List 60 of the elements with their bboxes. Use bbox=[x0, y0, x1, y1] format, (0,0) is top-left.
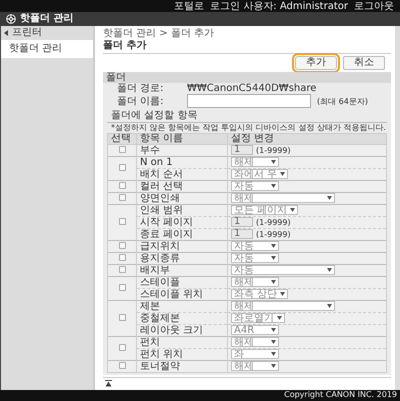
table-cell: 레이아웃 크기 bbox=[136, 324, 228, 336]
dropdown[interactable]: 해제 bbox=[231, 301, 335, 312]
table-cell: 용지종류 bbox=[136, 252, 228, 264]
column-header: 설정 변경 bbox=[228, 134, 386, 144]
dropdown[interactable]: 좌에서 우 bbox=[231, 169, 288, 180]
logout-link[interactable]: 로그아웃 bbox=[354, 0, 394, 12]
portal-link[interactable]: 포털로 bbox=[174, 0, 204, 12]
table-cell: 토너절약 bbox=[136, 360, 228, 372]
number-field[interactable]: 1 bbox=[231, 217, 253, 228]
app-title: 핫폴더 관리 bbox=[20, 13, 74, 25]
range-hint: (1-9999) bbox=[256, 230, 291, 239]
section-header: 폴더 bbox=[103, 72, 391, 83]
action-button[interactable]: 추가 bbox=[295, 56, 337, 70]
dropdown[interactable]: 해제 bbox=[231, 157, 279, 168]
sidebar-item[interactable]: 핫폴더 관리 bbox=[1, 40, 93, 58]
table-cell: 배지부 bbox=[136, 264, 228, 276]
table-cell: 펀치 bbox=[136, 336, 228, 348]
table-cell: 시작 페이지 bbox=[136, 216, 228, 228]
section-title: 폴더에 설정할 항목 bbox=[107, 110, 387, 123]
table-cell: 중철제본 bbox=[136, 312, 228, 324]
range-hint: (1-9999) bbox=[256, 146, 291, 155]
column-header: 선택 bbox=[108, 134, 136, 144]
dropdown[interactable]: 자동 bbox=[231, 181, 279, 192]
field-label: 폴더 경로: bbox=[117, 83, 165, 94]
table-cell: 양면인쇄 bbox=[136, 192, 228, 204]
login-user-label: 로그인 사용자: Administrator bbox=[210, 0, 348, 12]
dropdown[interactable]: 해제 bbox=[231, 193, 335, 204]
table-cell: 스테이플 bbox=[136, 276, 228, 288]
range-hint: (1-9999) bbox=[256, 218, 291, 227]
dropdown[interactable]: 좌측 상단 bbox=[231, 289, 288, 300]
table-cell: 배치 순서 bbox=[136, 168, 228, 180]
dropdown[interactable]: 좌 bbox=[231, 349, 279, 360]
copyright-text: Copyright CANON INC. 2019 bbox=[284, 390, 397, 399]
table-cell: N on 1 bbox=[136, 156, 228, 168]
column-header: 항목 이름 bbox=[136, 134, 228, 144]
note-text: *설정하지 않은 항목에는 작업 투입시의 디바이스의 설정 상태가 적용됩니다. bbox=[110, 123, 387, 133]
dropdown[interactable]: 해제 bbox=[231, 337, 279, 348]
dropdown[interactable]: 해제 bbox=[231, 277, 279, 288]
breadcrumb: 핫폴더 관리 > 폴더 추가 bbox=[103, 28, 216, 39]
number-field[interactable]: 1 bbox=[231, 229, 253, 240]
table-cell: 컬러 선택 bbox=[136, 180, 228, 192]
table-cell: 급지위치 bbox=[136, 240, 228, 252]
field-label: 폴더 이름: bbox=[117, 96, 165, 106]
dropdown[interactable]: 자동 bbox=[231, 265, 335, 276]
table-cell: 제본 bbox=[136, 300, 228, 312]
table-cell: 종료 페이지 bbox=[136, 228, 228, 240]
sidebar-item[interactable]: 프린터 bbox=[1, 26, 93, 40]
action-button[interactable]: 취소 bbox=[343, 56, 385, 70]
path-value: ₩₩CanonC5440D₩share bbox=[187, 83, 316, 94]
dropdown[interactable]: 자동 bbox=[231, 253, 279, 264]
dropdown[interactable]: 모든 페이지 bbox=[231, 205, 298, 216]
table-cell: 펀치 위치 bbox=[136, 348, 228, 360]
number-field[interactable]: 1 bbox=[231, 145, 253, 156]
dropdown[interactable]: A4R bbox=[231, 325, 279, 336]
dropdown[interactable]: 좌로열기 bbox=[231, 313, 285, 324]
dropdown[interactable]: 해제 bbox=[231, 361, 279, 372]
length-hint: (최대 64문자) bbox=[317, 96, 368, 106]
table-cell: 인쇄 범위 bbox=[136, 204, 228, 216]
table-cell: 스테이플 위치 bbox=[136, 288, 228, 300]
dropdown[interactable]: 자동 bbox=[231, 241, 279, 252]
